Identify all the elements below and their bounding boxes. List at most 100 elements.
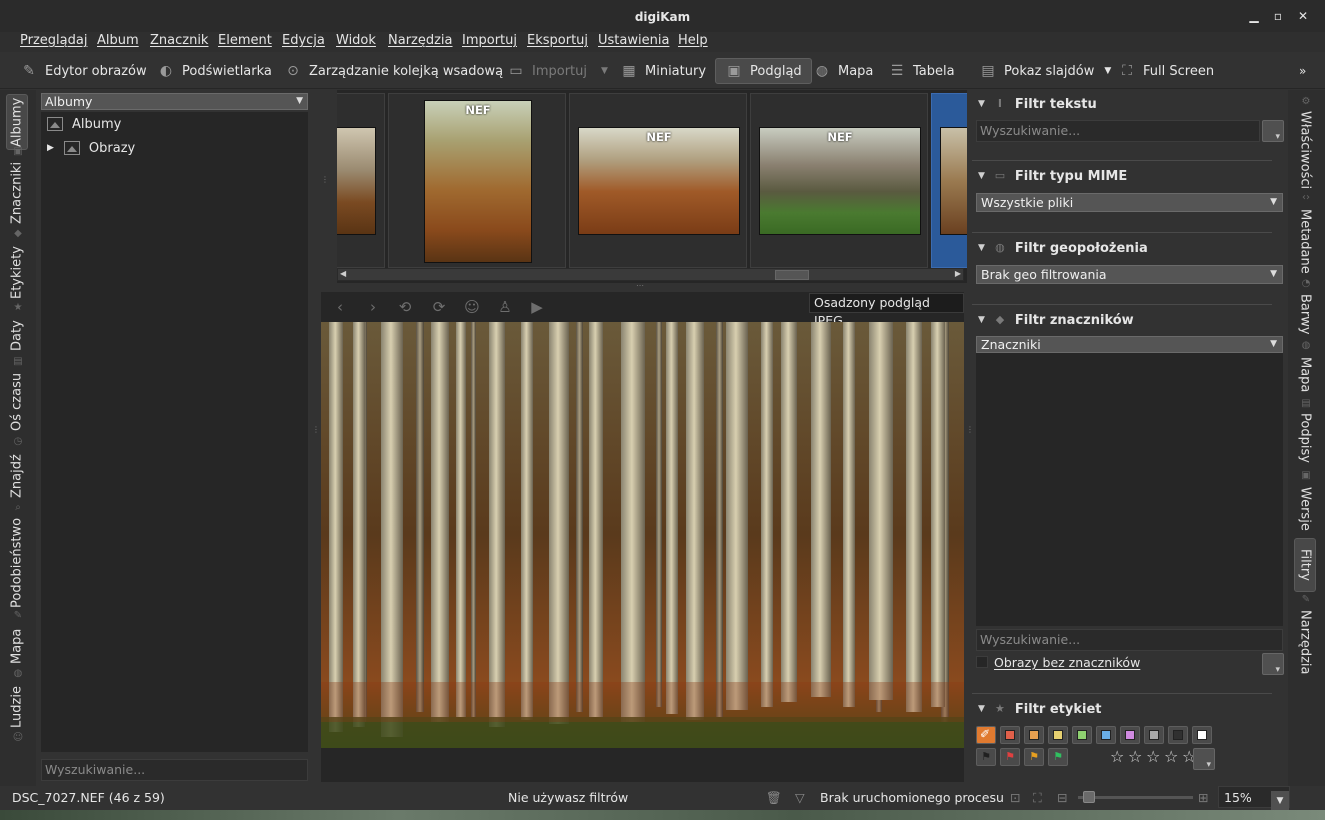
tab-people[interactable]: Ludzie <box>6 684 28 730</box>
tab-labels[interactable]: Etykiety <box>6 245 28 301</box>
scroll-right-icon[interactable]: ▶ <box>955 269 961 278</box>
tree-item-obrazy[interactable]: ▶ Obrazy <box>47 138 135 158</box>
color-label-gray[interactable] <box>1144 726 1164 744</box>
slideshow-dropdown-icon[interactable]: ▼ <box>1104 66 1111 76</box>
color-label-blue[interactable] <box>1096 726 1116 744</box>
add-face-icon[interactable]: ♙ <box>496 298 514 316</box>
close-icon[interactable]: ✕ <box>1296 9 1310 23</box>
tab-map-right[interactable]: Mapa <box>1294 356 1316 394</box>
mime-filter-select[interactable]: Wszystkie pliki ▼ <box>976 193 1283 212</box>
tab-colors[interactable]: Barwy <box>1294 294 1316 335</box>
zoom-slider-handle[interactable] <box>1083 791 1096 803</box>
rating-options-button[interactable] <box>1193 748 1215 770</box>
thumbnails-button[interactable]: ▦ Miniatury <box>620 58 706 84</box>
scrollbar-thumb[interactable] <box>775 270 809 280</box>
zoom-slider-track[interactable] <box>1078 791 1193 803</box>
text-filter-options-button[interactable] <box>1262 120 1284 142</box>
text-filter-input[interactable]: Wyszukiwanie... <box>976 120 1260 142</box>
album-view-selector[interactable]: Albumy ▼ <box>41 93 308 110</box>
tab-properties[interactable]: Właściwości <box>1294 111 1316 189</box>
color-label-orange[interactable] <box>1024 726 1044 744</box>
menu-view[interactable]: Widok <box>336 33 376 48</box>
tag-search-input[interactable]: Wyszukiwanie... <box>976 629 1283 651</box>
tab-metadata[interactable]: Metadane <box>1294 208 1316 274</box>
menu-settings[interactable]: Ustawienia <box>598 33 669 48</box>
tag-list[interactable] <box>976 336 1283 626</box>
menu-import[interactable]: Importuj <box>462 33 517 48</box>
geo-filter-header[interactable]: ▼ ◍ Filtr geopołożenia <box>978 238 1148 258</box>
expand-arrow-icon[interactable]: ▶ <box>47 143 54 153</box>
play-icon[interactable]: ▶ <box>528 298 546 316</box>
label-filter-header[interactable]: ▼ ★ Filtr etykiet <box>978 699 1102 719</box>
tab-map[interactable]: Mapa <box>6 626 28 666</box>
rating-star-4-icon[interactable]: ☆ <box>1164 748 1178 766</box>
tag-filter-select[interactable]: Znaczniki ▼ <box>976 336 1283 353</box>
tab-versions[interactable]: Wersje <box>1294 486 1316 532</box>
face-detect-icon[interactable]: ☺ <box>463 298 481 316</box>
import-dropdown-icon[interactable]: ▼ <box>601 66 608 76</box>
splitter-handle[interactable]: ⋯ <box>636 282 654 290</box>
fullscreen-button[interactable]: ⛶ Full Screen <box>1118 58 1214 84</box>
menu-browse[interactable]: Przeglądaj <box>20 33 87 48</box>
thumbnail-item-selected[interactable] <box>931 93 967 268</box>
rotate-right-icon[interactable]: ⟳ <box>430 298 448 316</box>
preview-button[interactable]: ▣ Podgląd <box>715 58 812 84</box>
zoom-in-icon[interactable]: ⊞ <box>1198 790 1208 805</box>
rating-star-2-icon[interactable]: ☆ <box>1128 748 1142 766</box>
rating-star-1-icon[interactable]: ☆ <box>1110 748 1124 766</box>
menu-tools[interactable]: Narzędzia <box>388 33 453 48</box>
text-filter-header[interactable]: ▼ I Filtr tekstu <box>978 94 1097 114</box>
forward-icon[interactable]: › <box>364 298 382 316</box>
album-search-input[interactable]: Wyszukiwanie... <box>41 759 308 781</box>
tag-filter-options-button[interactable] <box>1262 653 1284 675</box>
color-label-yellow[interactable] <box>1048 726 1068 744</box>
tab-albums[interactable]: Albumy <box>6 94 28 150</box>
pick-label-rejected[interactable]: ⚑ <box>1000 748 1020 766</box>
table-button[interactable]: ☰ Tabela <box>888 58 955 84</box>
toolbar-overflow-button[interactable]: » <box>1299 58 1306 84</box>
zoom-out-icon[interactable]: ⊟ <box>1057 790 1067 805</box>
rating-star-3-icon[interactable]: ☆ <box>1146 748 1160 766</box>
tree-item-albums[interactable]: Albumy <box>47 114 121 134</box>
slideshow-button[interactable]: ▤ Pokaz slajdów ▼ <box>979 58 1111 84</box>
scroll-left-icon[interactable]: ◀ <box>340 269 346 278</box>
color-label-red[interactable] <box>1000 726 1020 744</box>
thumbnail-item[interactable]: NEF <box>750 93 928 268</box>
pick-label-none[interactable]: ⚑ <box>976 748 996 766</box>
trash-icon[interactable]: 🗑 <box>766 790 782 806</box>
zoom-level-select[interactable]: 15% ▼ <box>1218 786 1290 811</box>
untagged-checkbox[interactable] <box>976 656 988 668</box>
map-button[interactable]: ◍ Mapa <box>813 58 874 84</box>
maximize-icon[interactable]: ▫ <box>1271 9 1285 23</box>
menu-tag[interactable]: Znacznik <box>150 33 208 48</box>
color-label-none[interactable]: ✐ <box>976 726 996 744</box>
color-label-white[interactable] <box>1192 726 1212 744</box>
pick-label-pending[interactable]: ⚑ <box>1024 748 1044 766</box>
minimize-icon[interactable]: ▁ <box>1247 9 1261 23</box>
splitter-handle[interactable]: ⋮ <box>321 176 329 194</box>
tab-tags[interactable]: Znaczniki <box>6 162 28 224</box>
batch-queue-button[interactable]: ⊙ Zarządzanie kolejką wsadową <box>284 58 503 84</box>
menu-item[interactable]: Element <box>218 33 272 48</box>
geo-filter-select[interactable]: Brak geo filtrowania ▼ <box>976 265 1283 284</box>
thumbnail-item[interactable] <box>337 93 385 268</box>
thumbnail-item[interactable]: NEF <box>388 93 566 268</box>
zoom-fit-icon[interactable]: ⊡ <box>1010 790 1020 805</box>
tab-search[interactable]: Znajdź <box>6 452 28 500</box>
menu-export[interactable]: Eksportuj <box>527 33 588 48</box>
mime-filter-header[interactable]: ▼ ▭ Filtr typu MIME <box>978 166 1127 186</box>
splitter-handle[interactable]: ⋮ <box>312 426 320 444</box>
tag-filter-header[interactable]: ▼ ◆ Filtr znaczników <box>978 310 1134 330</box>
tab-similarity[interactable]: Podobieństwo <box>6 518 28 608</box>
color-label-green[interactable] <box>1072 726 1092 744</box>
light-table-button[interactable]: ◐ Podświetlarka <box>157 58 272 84</box>
image-editor-button[interactable]: ✎ Edytor obrazów <box>20 58 147 84</box>
tab-captions[interactable]: Podpisy <box>1294 412 1316 464</box>
filter-funnel-icon[interactable]: ▽ <box>795 790 805 805</box>
color-label-magenta[interactable] <box>1120 726 1140 744</box>
import-button[interactable]: ▭ Importuj ▼ <box>507 58 608 84</box>
color-label-black[interactable] <box>1168 726 1188 744</box>
tab-dates[interactable]: Daty <box>6 318 28 354</box>
splitter-handle[interactable]: ⋮ <box>966 426 974 444</box>
thumbnail-item[interactable]: NEF <box>569 93 747 268</box>
